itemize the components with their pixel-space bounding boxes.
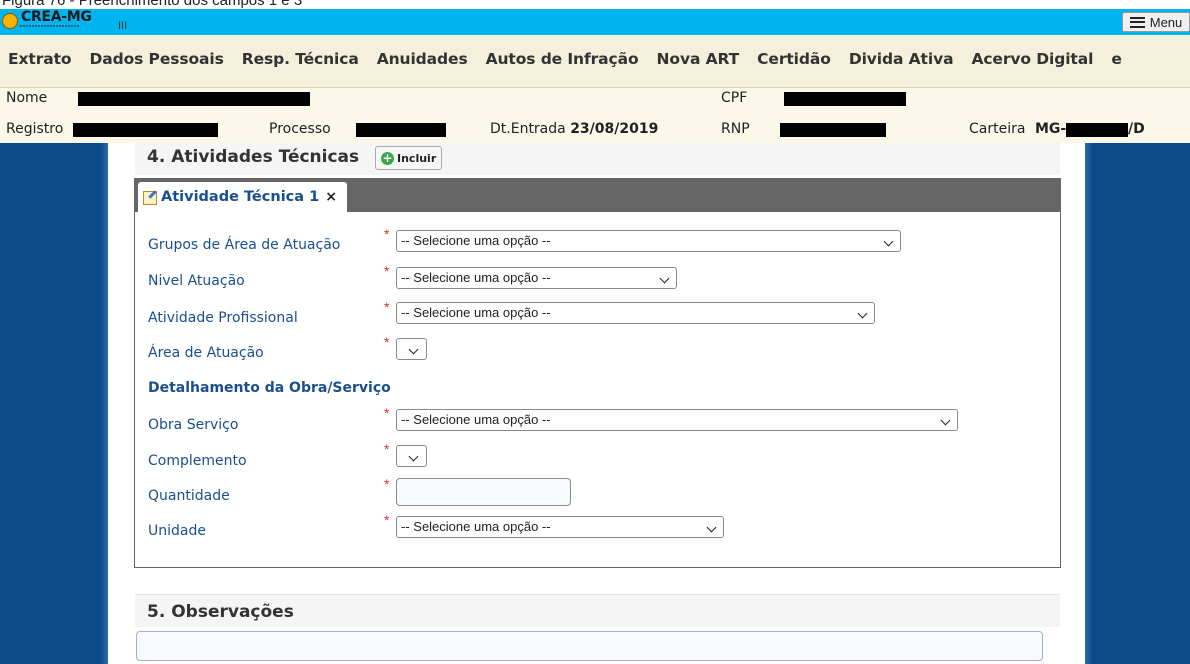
incluir-label: Incluir: [397, 151, 437, 165]
main-nav: Extrato Dados Pessoais Resp. Técnica Anuida…: [0, 35, 1190, 88]
required-mark: *: [384, 512, 390, 528]
chevron-down-icon: [940, 415, 951, 426]
tab-label: Atividade Técnica 1: [161, 189, 320, 205]
figure-caption: Figura 76 - Preenchimento dos campos 1 e…: [0, 0, 1190, 9]
carteira-suffix: /D: [1128, 121, 1145, 137]
section4-header: 4. Atividades Técnicas + Incluir: [135, 143, 1060, 175]
registro-redaction: [73, 123, 218, 137]
unidade-label: Unidade: [148, 523, 206, 539]
section4-title: 4. Atividades Técnicas: [147, 147, 360, 167]
hamburger-icon: [1129, 16, 1145, 28]
required-mark: *: [384, 263, 390, 279]
nav-item-acervo-digital[interactable]: Acervo Digital: [971, 50, 1093, 68]
nav-item-autos-de-infração[interactable]: Autos de Infração: [486, 50, 639, 68]
nav-item-dados-pessoais[interactable]: Dados Pessoais: [89, 50, 223, 68]
obra-select[interactable]: -- Selecione uma opção --: [396, 409, 958, 431]
unidade-select[interactable]: -- Selecione uma opção --: [396, 516, 724, 538]
area-label: Área de Atuação: [148, 345, 264, 361]
chevron-down-icon: [408, 344, 419, 355]
chevron-down-icon: [883, 236, 894, 247]
nav-item-divida-ativa[interactable]: Divida Ativa: [849, 50, 954, 68]
nav-item-extrato[interactable]: Extrato: [8, 50, 72, 68]
atividade-panel: Atividade Técnica 1 × Grupos de Área de …: [134, 178, 1061, 568]
menu-button[interactable]: Menu: [1122, 12, 1190, 32]
obra-value: -- Selecione uma opção --: [401, 412, 551, 427]
close-icon[interactable]: ×: [325, 189, 337, 205]
logo-subtitle: [20, 25, 80, 27]
nome-redaction: [78, 92, 310, 106]
carteira-redaction: [1066, 123, 1128, 137]
cpf-label: CPF: [721, 90, 748, 106]
carteira-prefix: MG-: [1035, 121, 1067, 137]
info-row-2: Registro Processo Dt.Entrada 23/08/2019 …: [0, 121, 1190, 143]
atividade-label: Atividade Profissional: [148, 310, 298, 326]
tab-atividade-tecnica-1[interactable]: Atividade Técnica 1 ×: [138, 182, 347, 212]
tab-bar: Atividade Técnica 1 ×: [135, 179, 1060, 212]
chevron-down-icon: [408, 451, 419, 462]
processo-redaction: [356, 123, 446, 137]
processo-label: Processo: [269, 121, 331, 137]
info-row-1: Nome CPF: [0, 90, 1190, 112]
required-mark: *: [384, 299, 390, 315]
grupos-value: -- Selecione uma opção --: [401, 233, 551, 248]
required-mark: *: [384, 476, 390, 492]
section5-header: 5. Observações: [135, 594, 1060, 627]
incluir-button[interactable]: + Incluir: [375, 146, 443, 170]
nav-item-anuidades[interactable]: Anuidades: [377, 50, 468, 68]
cpf-redaction: [784, 92, 906, 106]
dt-entrada-value: 23/08/2019: [570, 121, 659, 137]
quantidade-label: Quantidade: [148, 488, 230, 504]
unidade-value: -- Selecione uma opção --: [401, 519, 551, 534]
top-bar: CREA-MG III Menu: [0, 9, 1190, 35]
chevron-down-icon: [857, 308, 868, 319]
nivel-label: Nivel Atuação: [148, 273, 245, 289]
logo-text: CREA-MG: [21, 9, 92, 25]
caption-text: Figura 76 - Preenchimento dos campos 1 e…: [2, 0, 303, 9]
nav-item-resp-técnica[interactable]: Resp. Técnica: [242, 50, 359, 68]
plus-icon: +: [381, 150, 394, 165]
nivel-select[interactable]: -- Selecione uma opção --: [396, 267, 677, 289]
area-select[interactable]: [396, 338, 427, 360]
required-mark: *: [384, 226, 390, 242]
left-side-panel: [0, 143, 108, 664]
chevron-down-icon: [706, 522, 717, 533]
menu-label: Menu: [1149, 14, 1183, 30]
rnp-redaction: [780, 123, 886, 137]
quantidade-input[interactable]: [396, 478, 571, 506]
observacoes-input[interactable]: [136, 631, 1043, 661]
edit-icon: [142, 189, 158, 205]
complemento-label: Complemento: [148, 453, 247, 469]
nav-items: Extrato Dados Pessoais Resp. Técnica Anuida…: [8, 50, 1140, 68]
dt-entrada-label: Dt.Entrada: [490, 121, 566, 137]
detalhamento-heading: Detalhamento da Obra/Serviço: [148, 380, 391, 396]
required-mark: *: [384, 334, 390, 350]
atividade-select[interactable]: -- Selecione uma opção --: [396, 302, 875, 324]
info-panel: Nome CPF Registro Processo Dt.Entrada 23…: [0, 88, 1190, 143]
grupos-select[interactable]: -- Selecione uma opção --: [396, 230, 901, 252]
nav-item-nova-art[interactable]: Nova ART: [657, 50, 740, 68]
nome-label: Nome: [6, 90, 48, 106]
logo-bars: III: [118, 20, 128, 32]
required-mark: *: [384, 405, 390, 421]
nav-item-e[interactable]: e: [1111, 50, 1122, 68]
obra-label: Obra Serviço: [148, 417, 239, 433]
required-mark: *: [384, 441, 390, 457]
registro-label: Registro: [6, 121, 64, 137]
nivel-value: -- Selecione uma opção --: [401, 270, 551, 285]
nav-item-certidão[interactable]: Certidão: [757, 50, 831, 68]
right-side-panel: [1085, 143, 1190, 664]
complemento-select[interactable]: [396, 445, 427, 467]
section5-title: 5. Observações: [147, 602, 294, 622]
rnp-label: RNP: [721, 121, 750, 137]
crea-logo[interactable]: CREA-MG: [2, 10, 92, 32]
grupos-label: Grupos de Área de Atuação: [148, 237, 341, 253]
chevron-down-icon: [659, 273, 670, 284]
carteira-label: Carteira: [969, 121, 1026, 137]
atividade-value: -- Selecione uma opção --: [401, 305, 551, 320]
seal-icon: [2, 13, 18, 29]
